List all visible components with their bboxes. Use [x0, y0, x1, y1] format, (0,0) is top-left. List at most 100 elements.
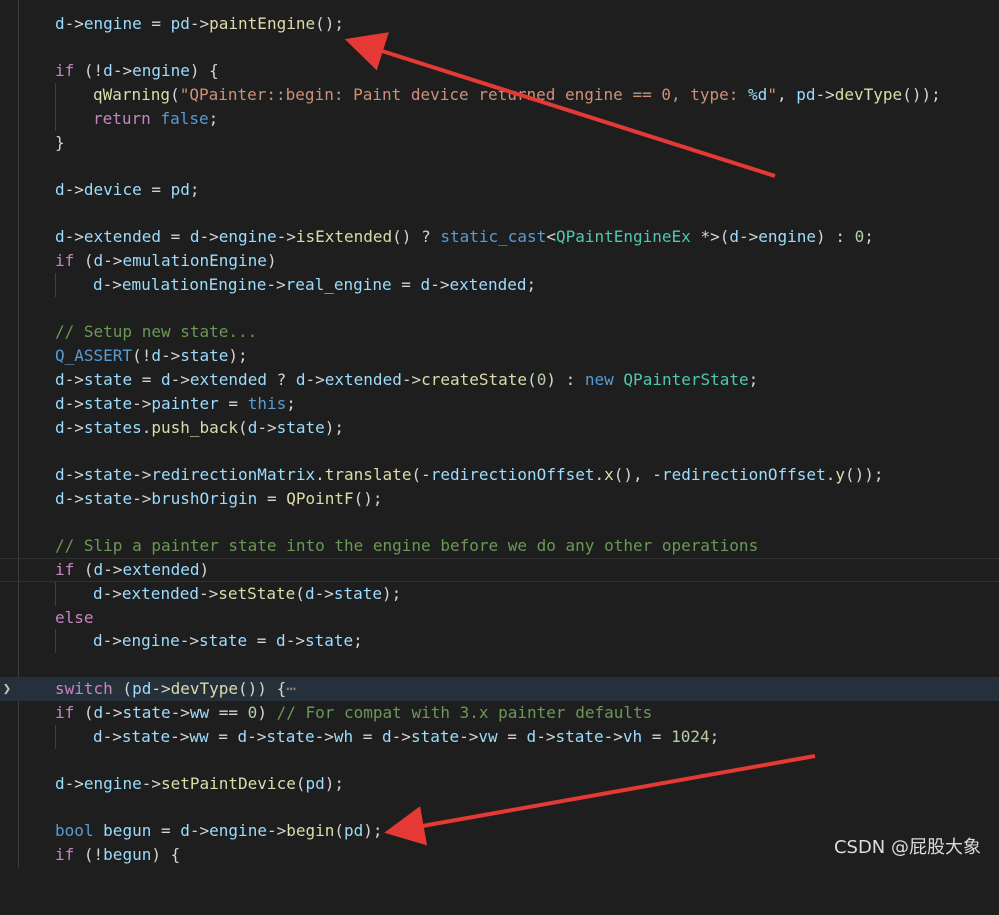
token: state	[122, 703, 171, 722]
code-line[interactable]: d->state->painter = this;	[0, 392, 999, 416]
token: static_cast	[440, 227, 547, 246]
token: d	[93, 727, 103, 746]
token: (	[74, 703, 94, 722]
code-line[interactable]: d->state->ww = d->state->wh = d->state->…	[0, 725, 999, 749]
code-line[interactable]: if (!d->engine) {	[0, 59, 999, 83]
token: d	[729, 227, 739, 246]
token: "QPainter::begin: Paint device returned …	[179, 85, 749, 104]
token: d	[189, 227, 200, 246]
token: d	[103, 61, 113, 80]
code-line[interactable]: d->engine->state = d->state;	[0, 629, 999, 653]
token: begun	[103, 845, 152, 864]
code-line[interactable]: d->state->brushOrigin = QPointF();	[0, 487, 999, 511]
token: ->	[103, 560, 123, 579]
token: );	[324, 418, 345, 437]
code-editor[interactable]: d->engine = pd->paintEngine(); if (!d->e…	[0, 0, 999, 868]
token: brushOrigin	[151, 489, 258, 508]
token: ()) {	[238, 679, 287, 698]
token: ;	[864, 227, 874, 246]
code-line[interactable]: return false;	[0, 107, 999, 131]
token: ?	[266, 370, 296, 389]
fold-ellipsis-icon[interactable]: ⋯	[286, 679, 296, 698]
token: devType	[834, 85, 903, 104]
token: d	[93, 584, 103, 603]
token: d	[55, 489, 65, 508]
token: if	[55, 61, 75, 80]
token: d	[55, 394, 65, 413]
token: )	[266, 251, 277, 270]
token: state	[83, 394, 133, 413]
token: d	[180, 821, 190, 840]
token: ->	[189, 821, 210, 840]
token: ->	[738, 227, 759, 246]
indent-guide	[55, 629, 56, 653]
code-line[interactable]: Q_ASSERT(!d->state);	[0, 344, 999, 368]
code-line[interactable]: // Setup new state...	[0, 320, 999, 344]
token: );	[228, 346, 248, 365]
token: );	[363, 821, 383, 840]
code-line[interactable]: if (d->emulationEngine)	[0, 249, 999, 273]
token: ->	[459, 727, 479, 746]
code-line[interactable]: }	[0, 131, 999, 155]
token: extended	[122, 560, 200, 579]
token: redirectionMatrix	[151, 465, 316, 484]
token: switch	[55, 679, 113, 698]
token: .	[825, 465, 836, 484]
token: state	[304, 631, 354, 650]
token: ->	[64, 180, 84, 199]
token: ->	[603, 727, 623, 746]
token: ->	[64, 370, 84, 389]
token: (!	[74, 61, 104, 80]
code-line[interactable]: d->engine = pd->paintEngine();	[0, 12, 999, 36]
token: ->	[314, 727, 334, 746]
code-line[interactable]: d->device = pd;	[0, 178, 999, 202]
token: ->	[64, 227, 84, 246]
token: Q_ASSERT	[55, 346, 133, 365]
token: pd	[305, 774, 325, 793]
code-line[interactable]: d->states.push_back(d->state);	[0, 416, 999, 440]
code-line[interactable]: if (d->state->ww == 0) // For compat wit…	[0, 701, 999, 725]
token: d	[151, 346, 161, 365]
token: =	[391, 275, 421, 294]
token: );	[382, 584, 402, 603]
token: (	[74, 560, 94, 579]
token: "	[767, 85, 777, 104]
code-line[interactable]: else	[0, 606, 999, 630]
token: engine	[758, 227, 817, 246]
token: device	[83, 180, 142, 199]
token: states	[83, 418, 142, 437]
token: state	[333, 584, 383, 603]
token: =	[132, 370, 161, 389]
token: QPainterState	[623, 370, 749, 389]
code-line[interactable]: d->extended = d->engine->isExtended() ? …	[0, 225, 999, 249]
token: ->	[64, 774, 84, 793]
token: =	[353, 727, 383, 746]
token: createState	[421, 370, 528, 389]
code-line[interactable]: // Slip a painter state into the engine …	[0, 534, 999, 558]
indent-guide	[55, 582, 56, 606]
token: =	[208, 727, 238, 746]
token: ->	[64, 418, 84, 437]
code-line-folded[interactable]: ❯ switch (pd->devType()) {⋯	[0, 677, 999, 701]
token: state	[180, 346, 229, 365]
code-line[interactable]: d->engine->setPaintDevice(pd);	[0, 772, 999, 796]
code-line[interactable]: d->extended->setState(d->state);	[0, 582, 999, 606]
code-line[interactable]: d->emulationEngine->real_engine = d->ext…	[0, 273, 999, 297]
code-line[interactable]: d->state->redirectionMatrix.translate(-r…	[0, 463, 999, 487]
code-line[interactable]: d->state = d->extended ? d->extended->cr…	[0, 368, 999, 392]
code-line[interactable]: if (d->extended)	[0, 558, 999, 582]
token: vh	[622, 727, 643, 746]
token: pd	[796, 85, 816, 104]
token: state	[83, 465, 133, 484]
token: ->	[160, 346, 181, 365]
chevron-right-icon[interactable]: ❯	[1, 677, 13, 701]
token: begun	[103, 821, 152, 840]
token: engine	[132, 61, 190, 80]
code-line[interactable]: qWarning("QPainter::begin: Paint device …	[0, 83, 999, 107]
token: ww	[189, 727, 209, 746]
token: ;	[526, 275, 537, 294]
token: ->	[314, 584, 334, 603]
token: d	[276, 631, 286, 650]
